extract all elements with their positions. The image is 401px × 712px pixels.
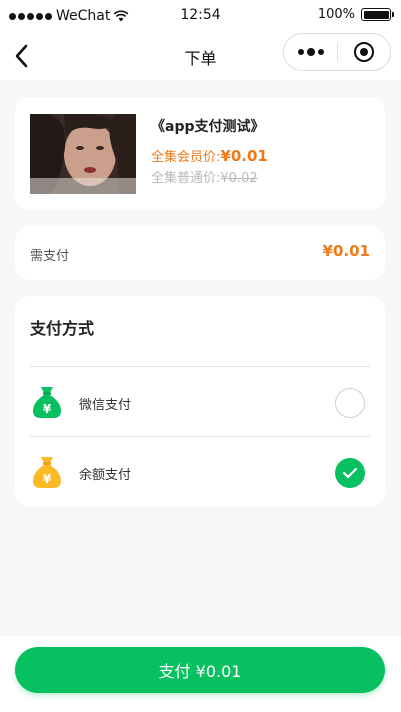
balance-pay-radio[interactable] [335, 458, 365, 488]
close-button[interactable] [338, 34, 390, 70]
submit-payment-button[interactable]: 支付 ¥0.01 [15, 647, 385, 693]
wechat-pay-radio[interactable] [335, 388, 365, 418]
check-icon [342, 467, 358, 479]
product-card: 《app支付测试》 全集会员价: ¥0.01 全集普通价: ¥0.02 [15, 97, 385, 210]
payment-label: 需支付 [30, 249, 70, 264]
mini-program-capsule [283, 33, 391, 71]
product-image [30, 114, 136, 194]
money-bag-icon: ¥ [33, 457, 61, 488]
bottom-bar: 支付 ¥0.01 [0, 636, 401, 712]
nav-bar: 下单 [0, 32, 401, 80]
member-price-row: 全集会员价: ¥0.01 [151, 146, 268, 165]
battery-percent: 100% [317, 7, 355, 22]
wechat-pay-option[interactable]: ¥ 微信支付 [15, 367, 385, 437]
target-icon [353, 42, 374, 62]
wechat-pay-label: 微信支付 [79, 398, 132, 413]
payment-amount: ¥0.01 [322, 242, 370, 260]
portrait-image [30, 114, 136, 194]
status-bar: WeChat 12:54 100% [0, 0, 401, 32]
money-bag-icon: ¥ [33, 387, 61, 418]
normal-price-label: 全集普通价: [151, 171, 221, 186]
svg-text:¥: ¥ [43, 472, 52, 486]
balance-pay-option[interactable]: ¥ 余额支付 [15, 437, 385, 507]
more-button[interactable] [284, 34, 337, 70]
product-title: 《app支付测试》 [151, 119, 265, 135]
member-price: ¥0.01 [220, 147, 268, 165]
battery-icon [361, 8, 394, 21]
member-price-label: 全集会员价: [151, 150, 221, 165]
svg-text:¥: ¥ [43, 402, 52, 416]
status-right: 100% [317, 7, 394, 22]
payment-method-title: 支付方式 [30, 319, 95, 338]
balance-pay-label: 余额支付 [79, 468, 132, 483]
normal-price-row: 全集普通价: ¥0.02 [151, 167, 258, 186]
payment-amount-card: 需支付 ¥0.01 [15, 226, 385, 280]
more-dots-icon [297, 49, 304, 55]
payment-method-card: 支付方式 ¥ 微信支付 ¥ 余额支付 [15, 296, 385, 507]
normal-price: ¥0.02 [220, 171, 258, 186]
